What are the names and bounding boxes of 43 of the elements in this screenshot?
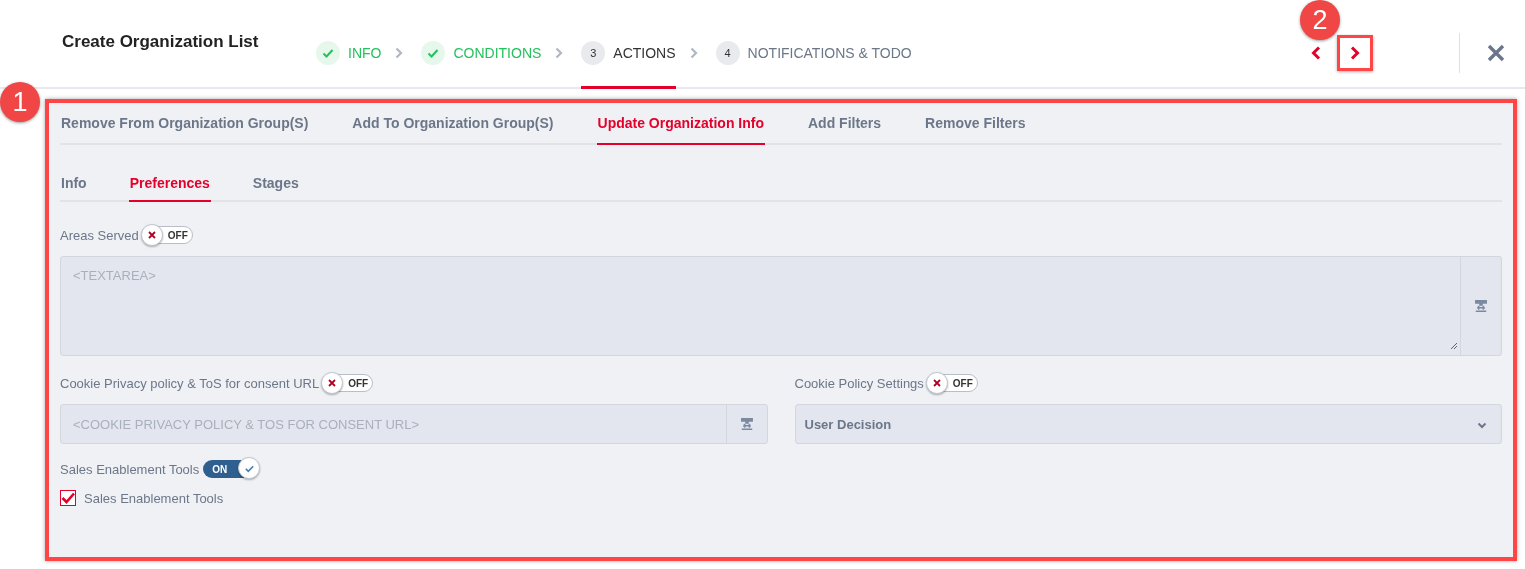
tab[interactable]: Add To Organization Group(S)	[351, 103, 555, 145]
field-label: Sales Enablement Tools	[60, 461, 200, 477]
annotation-marker: 1	[0, 82, 40, 122]
cross-icon	[932, 379, 941, 387]
annotation-marker: 2	[1300, 0, 1340, 40]
field-label: Cookie Privacy policy & ToS for consent URL	[60, 375, 320, 391]
text-format-icon[interactable]	[1474, 299, 1488, 313]
check-icon	[322, 47, 334, 59]
cross-icon	[328, 379, 337, 387]
resize-grip-icon	[1450, 342, 1458, 350]
toggle-switch[interactable]: OFF	[927, 374, 978, 392]
tab[interactable]: Add Filters	[807, 103, 883, 145]
field-label: Cookie Policy Settings	[794, 375, 924, 391]
window-title: Create Organization List	[62, 31, 260, 52]
chevron-right-icon	[1350, 45, 1360, 60]
placeholder: <TEXTAREA>	[73, 268, 156, 283]
wizard-step[interactable]: INFO	[316, 0, 382, 89]
tab[interactable]: Update Organization Info	[596, 103, 765, 145]
chevron-left-icon	[1311, 45, 1321, 60]
chevron-right-icon	[689, 46, 698, 59]
check-icon	[427, 47, 440, 59]
wizard-step[interactable]: 4 NOTIFICATIONS & TODO	[715, 0, 912, 89]
chevron-right-icon	[395, 46, 404, 59]
wizard-step[interactable]: CONDITIONS	[421, 0, 542, 89]
tab[interactable]: Remove From Organization Group(S)	[60, 103, 310, 145]
tab[interactable]: Remove Filters	[924, 103, 1027, 145]
text-format-icon[interactable]	[739, 417, 754, 431]
tab[interactable]: Info	[60, 165, 88, 202]
chevron-right-icon	[555, 46, 564, 59]
placeholder: <COOKIE PRIVACY POLICY & TOS FOR CONSENT URL>	[73, 416, 420, 432]
next-button[interactable]	[1337, 34, 1373, 71]
dropdown[interactable]: User Decision	[794, 404, 1502, 444]
toggle-switch[interactable]: OFF	[142, 226, 193, 244]
close-icon	[1487, 43, 1505, 62]
checkbox-label: Sales Enablement Tools	[84, 490, 224, 506]
checkbox[interactable]	[60, 490, 76, 506]
field-label: Areas Served	[60, 227, 139, 243]
chevron-down-icon	[1477, 421, 1487, 429]
toggle-switch[interactable]: ON	[203, 460, 257, 478]
tab[interactable]: Stages	[251, 165, 300, 202]
cross-icon	[147, 231, 156, 239]
toggle-switch[interactable]: OFF	[323, 374, 374, 392]
tab[interactable]: Preferences	[128, 165, 211, 202]
